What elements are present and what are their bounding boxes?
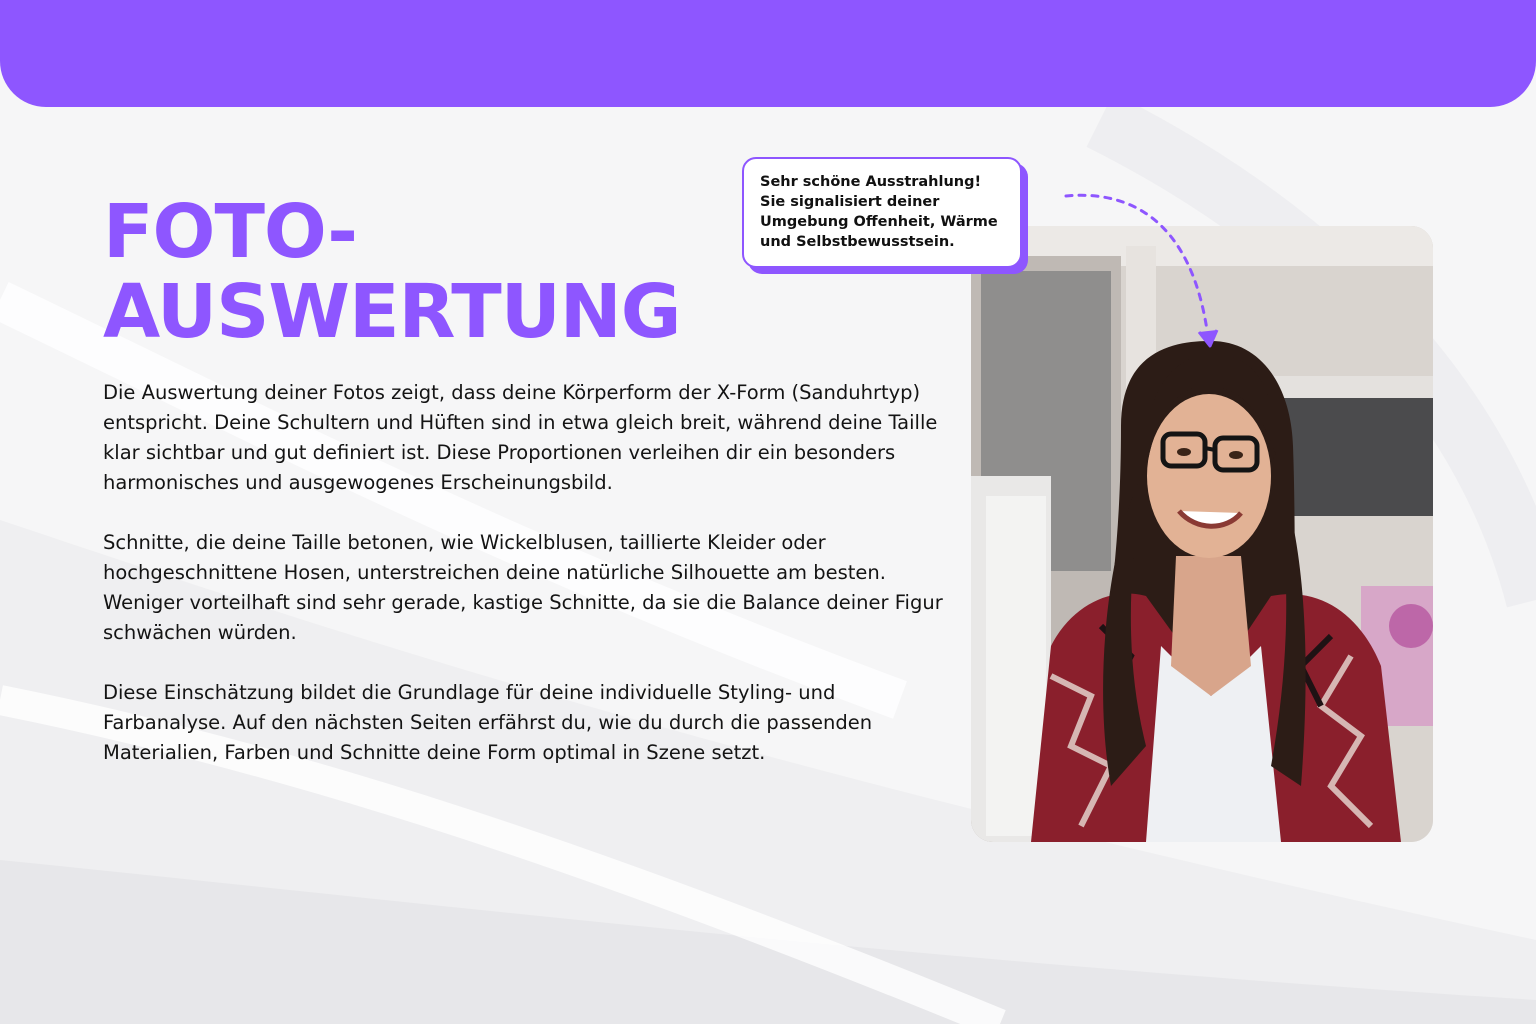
header-bar	[0, 0, 1536, 107]
page-title: FOTO- AUSWERTUNG	[103, 192, 803, 352]
dashed-arrow-icon	[1064, 193, 1219, 348]
callout-text: Sehr schöne Ausstrahlung! Sie signalisie…	[760, 174, 998, 250]
paragraph-cuts: Schnitte, die deine Taille betonen, wie …	[103, 531, 943, 644]
page-title-line-1: FOTO-	[103, 189, 358, 275]
paragraph-next-steps: Diese Einschätzung bildet die Grundlage …	[103, 681, 873, 764]
analysis-text: Die Auswertung deiner Fotos zeigt, dass …	[103, 378, 943, 798]
paragraph-body-shape: Die Auswertung deiner Fotos zeigt, dass …	[103, 381, 938, 494]
page-title-line-2: AUSWERTUNG	[103, 269, 681, 355]
callout-bubble: Sehr schöne Ausstrahlung! Sie signalisie…	[742, 157, 1022, 268]
